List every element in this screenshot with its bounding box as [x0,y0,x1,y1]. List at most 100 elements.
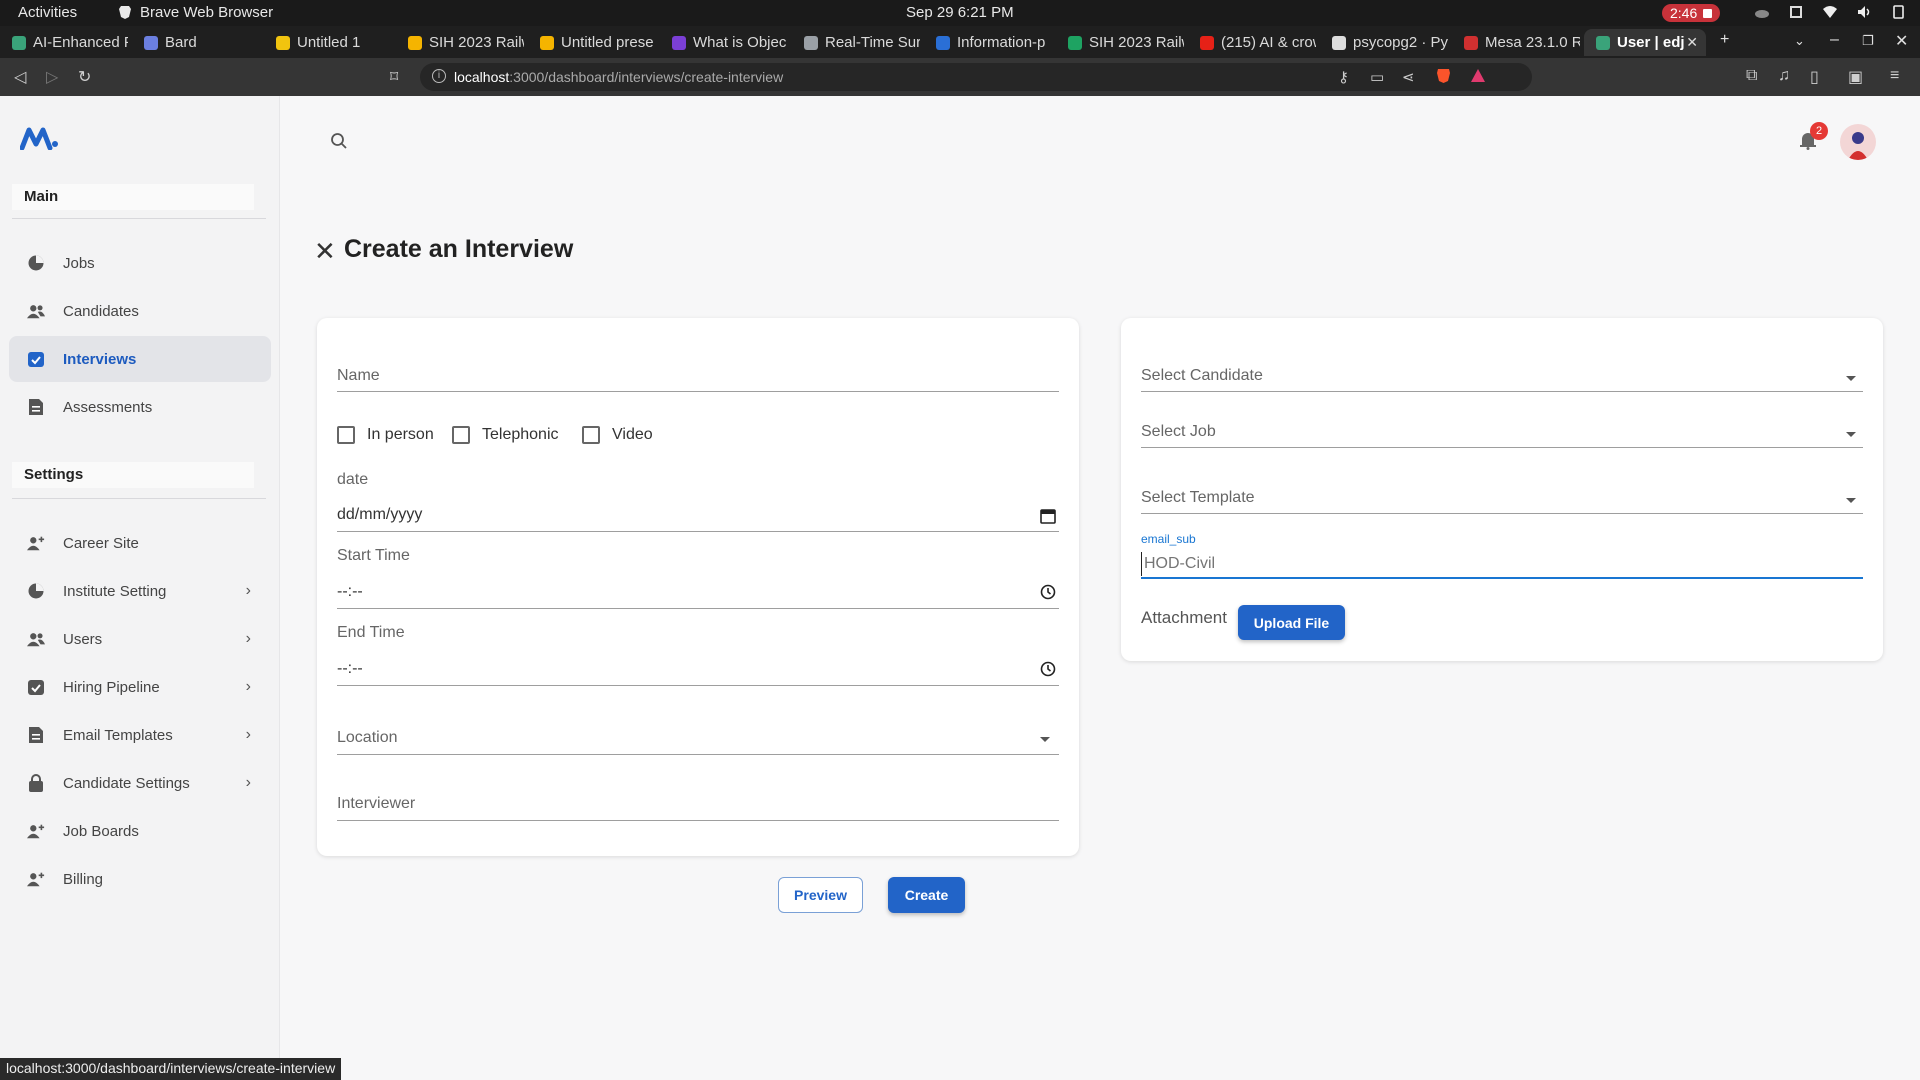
new-tab-button[interactable]: + [1720,31,1729,49]
name-underline [337,391,1059,392]
sidebar-item-users[interactable]: Users › [9,616,271,662]
sidebar-item-hiring-pipeline[interactable]: Hiring Pipeline › [9,664,271,710]
browser-tab[interactable]: SIH 2023 Railw [396,29,524,56]
screen-recording-indicator[interactable]: 2:46 [1662,4,1721,22]
key-icon[interactable]: ⚷ [1338,68,1349,86]
browser-tab[interactable]: Bard [132,29,260,56]
mode-checkbox-telephonic[interactable]: Telephonic [452,426,559,444]
location-label: Location [337,729,398,746]
favicon-icon [276,35,290,50]
site-info-icon[interactable]: i [432,69,446,83]
sidebar-item-candidate-settings[interactable]: Candidate Settings › [9,760,271,806]
browser-tab[interactable]: SIH 2023 Railw [1056,29,1184,56]
favicon-icon [1464,35,1478,50]
create-button[interactable]: Create [888,877,965,913]
wifi-icon [1823,6,1837,18]
sidebar-item-label: Career Site [63,534,139,552]
browser-tab[interactable]: Untitled prese [528,29,656,56]
hamburger-menu-icon[interactable]: ≡ [1890,67,1899,85]
mode-checkbox-video[interactable]: Video [582,426,653,444]
sidebar-item-label: Billing [63,870,104,888]
browser-tab[interactable]: Untitled 1 [264,29,392,56]
browser-tab[interactable]: User | edj ✕ [1584,29,1706,56]
upload-file-button[interactable]: Upload File [1238,605,1345,640]
wallet-icon[interactable]: ▣ [1848,67,1863,87]
bookmark-icon[interactable]: ⌑ [390,67,398,87]
sidebar-item-candidates[interactable]: Candidates [9,288,271,334]
people-icon [27,630,45,648]
people-icon [27,302,45,320]
checkbox-icon[interactable] [582,426,600,444]
sidebar-item-jobs[interactable]: Jobs [9,240,271,286]
sidebar-item-assessments[interactable]: Assessments [9,384,271,430]
section-title-settings: Settings [12,462,254,488]
share-icon[interactable]: ⋖ [1402,68,1415,86]
search-icon[interactable] [330,132,348,150]
browser-toolbar: ◁ ▷ ↻ ⌑ i localhost:3000/dashboard/inter… [0,58,1920,96]
app-logo [20,127,58,150]
avatar[interactable] [1840,124,1876,160]
restore-button[interactable]: ❐ [1862,33,1874,49]
sidebar-item-label: Jobs [63,254,95,272]
sidebar-item-email-templates[interactable]: Email Templates › [9,712,271,758]
tab-search-chevron-down-icon[interactable]: ⌄ [1794,33,1805,49]
close-window-button[interactable]: ✕ [1895,31,1908,51]
sidebar-item-label: Candidates [63,302,139,320]
browser-tab[interactable]: Mesa 23.1.0 R [1452,29,1580,56]
start-time-label: Start Time [337,547,410,564]
forward-arrow-icon[interactable]: ▷ [46,67,58,87]
browser-tab[interactable]: Information-p [924,29,1052,56]
sidebar-item-billing[interactable]: Billing [9,856,271,902]
sidebar-item-interviews[interactable]: Interviews [9,336,271,382]
cast-icon[interactable]: ▭ [1370,68,1384,86]
clock-icon[interactable] [1040,661,1056,677]
tab-title: Untitled 1 [297,34,361,51]
mode-checkbox-in-person[interactable]: In person [337,426,434,444]
reload-icon[interactable]: ↻ [78,67,91,87]
activities-button[interactable]: Activities [18,4,77,21]
back-arrow-icon[interactable]: ◁ [14,67,26,87]
preview-button[interactable]: Preview [778,877,863,913]
dropdown-caret-icon [1846,432,1856,437]
sidebar-item-career-site[interactable]: Career Site [9,520,271,566]
close-tab-icon[interactable]: ✕ [1686,34,1698,51]
app-menu[interactable]: Brave Web Browser [118,4,273,21]
brave-shields-icon[interactable] [1436,68,1451,88]
system-tray[interactable] [1754,4,1906,20]
calendar-icon[interactable] [1040,508,1056,524]
date-underline [337,531,1059,532]
calendar-check-icon [27,350,45,368]
browser-tab[interactable]: Real-Time Sur [792,29,920,56]
clock-icon[interactable] [1040,584,1056,600]
sidebar-item-label: Users [63,630,103,648]
notification-badge: 2 [1810,122,1828,140]
browser-tab[interactable]: (215) AI & crow [1188,29,1316,56]
email-sub-input[interactable] [1141,552,1863,576]
sidebar-item-institute-setting[interactable]: Institute Setting › [9,568,271,614]
browser-tab[interactable]: psycopg2 · Py [1320,29,1448,56]
extensions-icon[interactable]: ⧉ [1746,67,1757,85]
address-bar[interactable]: i localhost:3000/dashboard/interviews/cr… [420,63,1532,91]
sidebar-toggle-icon[interactable]: ▯ [1810,67,1819,87]
dropdown-caret-icon [1846,498,1856,503]
favicon-icon [1200,35,1214,50]
checkbox-icon[interactable] [337,426,355,444]
media-icon[interactable]: ♫ [1778,67,1790,85]
sidebar-item-label: Hiring Pipeline [63,678,160,696]
job-underline [1141,447,1863,448]
interview-assignment-card: Select Candidate Select Job Select Templ… [1121,318,1883,661]
brave-rewards-icon[interactable] [1470,68,1486,87]
sidebar-item-label: Assessments [63,398,153,416]
browser-tab[interactable]: What is Objec [660,29,788,56]
browser-tab[interactable]: AI-Enhanced F [0,29,128,56]
clock[interactable]: Sep 29 6:21 PM [906,4,1014,21]
sidebar-item-job-boards[interactable]: Job Boards [9,808,271,854]
checkbox-label: Telephonic [482,426,559,443]
checkbox-label: In person [367,426,434,443]
chevron-right-icon: › [245,630,251,647]
close-icon[interactable]: ✕ [314,238,336,264]
checkbox-icon[interactable] [452,426,470,444]
tab-title: AI-Enhanced F [33,34,128,51]
minimize-button[interactable]: – [1830,31,1839,49]
browser-tab-strip: AI-Enhanced F Bard Untitled 1 SIH 2023 Rail… [0,26,1920,58]
